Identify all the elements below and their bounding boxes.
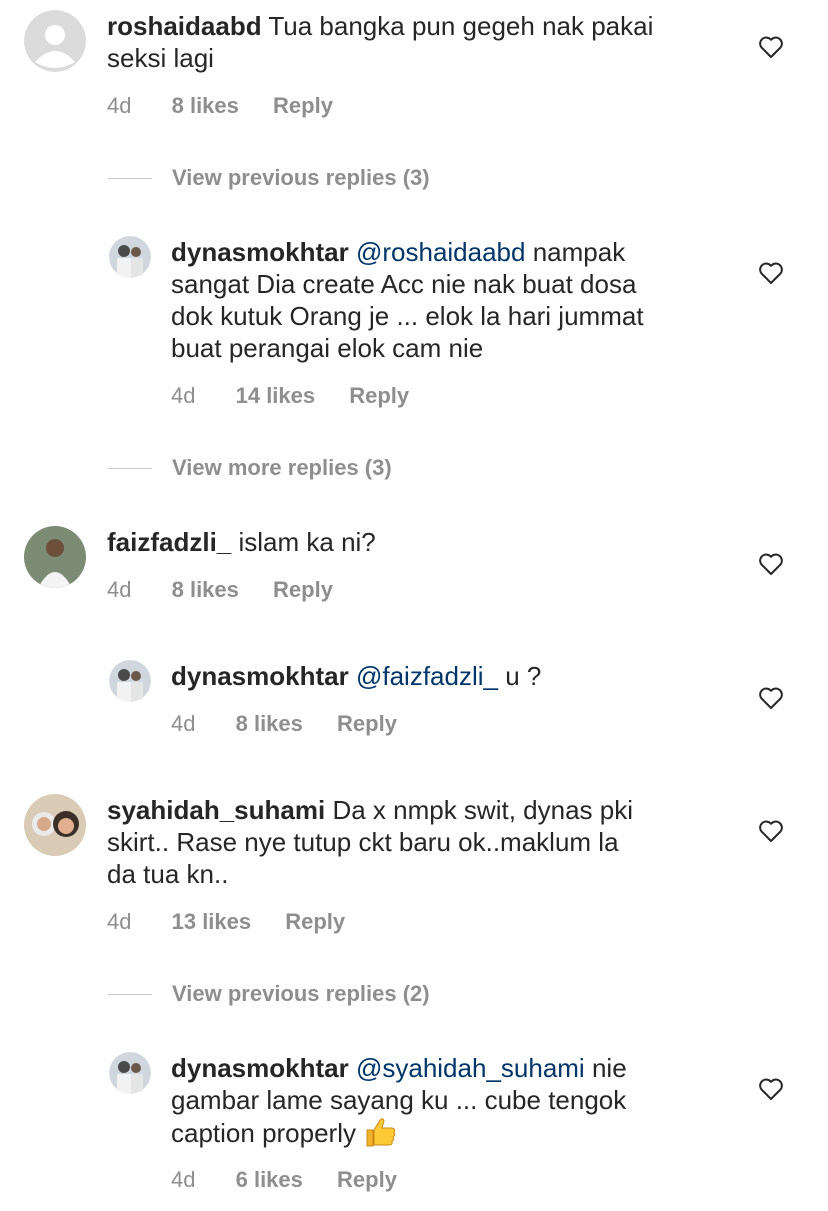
username[interactable]: dynasmokhtar [171,661,349,691]
timestamp: 4d [107,909,132,934]
view-replies-button[interactable]: View previous replies (3) [108,165,430,191]
likes-count[interactable]: 8 likes [172,93,239,118]
timestamp: 4d [171,711,196,736]
avatar-photo-icon [24,526,86,588]
comment-meta: 4d 8 likes Reply [171,711,425,737]
avatar-photo-icon [24,794,86,856]
view-replies-button[interactable]: View more replies (3) [108,455,392,481]
username[interactable]: faizfadzli_ [107,527,231,557]
reply-button[interactable]: Reply [273,93,333,118]
likes-count[interactable]: 6 likes [236,1167,303,1192]
heart-outline-icon[interactable] [758,686,784,710]
likes-count[interactable]: 14 likes [236,383,316,408]
view-replies-label[interactable]: View previous replies (2) [172,981,430,1007]
timestamp: 4d [171,383,196,408]
username[interactable]: dynasmokhtar [171,1053,349,1083]
comment-text: syahidah_suhami Da x nmpk swit, dynas pk… [107,794,727,890]
comment-text: dynasmokhtar @syahidah_suhami nie gambar… [171,1052,731,1149]
heart-outline-icon[interactable] [758,552,784,576]
comment-body: Da x nmpk swit, dynas pki [332,795,633,825]
username[interactable]: dynasmokhtar [171,237,349,267]
avatar[interactable] [109,660,151,702]
comment-text: roshaidaabd Tua bangka pun gegeh nak pak… [107,10,727,74]
view-replies-button[interactable]: View previous replies (2) [108,981,430,1007]
comment-body-line3: da tua kn.. [107,859,229,889]
reply-button[interactable]: Reply [337,711,397,736]
comment-text: faizfadzli_ islam ka ni? [107,526,727,558]
mention-link[interactable]: @syahidah_suhami [356,1053,585,1083]
comment-body: islam ka ni? [238,527,376,557]
comment-body-line2: seksi lagi [107,43,214,73]
divider [108,177,152,179]
divider [108,467,152,469]
comment-meta: 4d 8 likes Reply [107,93,361,119]
comment-text: dynasmokhtar @faizfadzli_ u ? [171,660,731,692]
comment-body-line2: sangat Dia create Acc nie nak buat dosa [171,269,637,299]
reply-button[interactable]: Reply [337,1167,397,1192]
thumbs-up-emoji [366,1118,396,1147]
heart-outline-icon[interactable] [758,261,784,285]
comment-body-line4: buat perangai elok cam nie [171,333,484,363]
comment-body: Tua bangka pun gegeh nak pakai [268,11,654,41]
avatar[interactable] [24,526,86,588]
avatar-photo-icon [109,1052,151,1094]
default-avatar-icon [24,10,86,72]
reply-button[interactable]: Reply [273,577,333,602]
comment-meta: 4d 6 likes Reply [171,1167,425,1193]
view-replies-label[interactable]: View previous replies (3) [172,165,430,191]
comment-body-line3: dok kutuk Orang je ... elok la hari jumm… [171,301,644,331]
reply-button[interactable]: Reply [285,909,345,934]
comment-body: nampak [532,237,626,267]
heart-outline-icon[interactable] [758,819,784,843]
comment-body: u ? [505,661,542,691]
avatar[interactable] [24,794,86,856]
comment-body-line2: skirt.. Rase nye tutup ckt baru ok..makl… [107,827,619,857]
comment-body-line2: gambar lame sayang ku ... cube tengok [171,1085,627,1115]
comment-meta: 4d 14 likes Reply [171,383,437,409]
comment-body-line3: caption properly [171,1118,356,1148]
avatar[interactable] [109,1052,151,1094]
comment-body: nie [591,1053,627,1083]
avatar-photo-icon [109,236,151,278]
avatar[interactable] [24,10,86,72]
avatar-photo-icon [109,660,151,702]
heart-outline-icon[interactable] [758,1077,784,1101]
likes-count[interactable]: 8 likes [172,577,239,602]
likes-count[interactable]: 8 likes [236,711,303,736]
view-replies-label[interactable]: View more replies (3) [172,455,392,481]
mention-link[interactable]: @roshaidaabd [356,237,526,267]
username[interactable]: roshaidaabd [107,11,262,41]
likes-count[interactable]: 13 likes [172,909,252,934]
username[interactable]: syahidah_suhami [107,795,325,825]
comment-text: dynasmokhtar @roshaidaabd nampak sangat … [171,236,731,364]
timestamp: 4d [107,93,132,118]
timestamp: 4d [171,1167,196,1192]
heart-outline-icon[interactable] [758,35,784,59]
avatar[interactable] [109,236,151,278]
reply-button[interactable]: Reply [349,383,409,408]
comment-meta: 4d 8 likes Reply [107,577,361,603]
divider [108,993,152,995]
mention-link[interactable]: @faizfadzli_ [356,661,498,691]
comment-meta: 4d 13 likes Reply [107,909,373,935]
timestamp: 4d [107,577,132,602]
